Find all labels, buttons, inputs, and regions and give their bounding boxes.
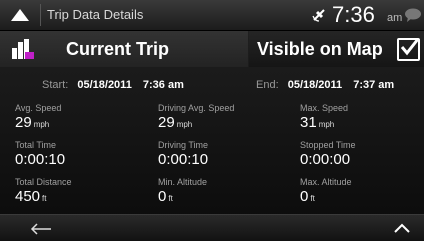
end-date: 05/18/2011: [287, 79, 343, 91]
stat-value: 0 ft: [300, 188, 315, 205]
trip-stats-icon: [12, 39, 34, 59]
stat-label: Max. Speed: [300, 103, 349, 113]
checkmark-icon: [400, 38, 420, 56]
stat-max-altitude: Max. Altitude 0 ft: [300, 177, 424, 205]
stat-total-time: Total Time 0:00:10: [15, 140, 155, 168]
stat-driving-time: Driving Time 0:00:10: [158, 140, 298, 168]
start-row: Start: 05/18/2011 7:36 am: [42, 79, 184, 91]
stat-value: 31 mph: [300, 114, 335, 131]
stat-label: Stopped Time: [300, 140, 356, 150]
stat-value: 0:00:10: [15, 151, 66, 168]
up-arrow-icon: [11, 9, 29, 21]
top-bar: Trip Data Details 7:36 am: [0, 0, 424, 31]
clock-ampm: am: [387, 12, 403, 24]
clock-time: 7:36: [332, 2, 375, 27]
stat-label: Min. Altitude: [158, 177, 208, 187]
stat-label: Avg. Speed: [15, 103, 62, 113]
end-row: End: 05/18/2011 7:37 am: [256, 79, 394, 91]
start-time: 7:36 am: [142, 79, 184, 91]
end-time: 7:37 am: [353, 79, 395, 91]
stat-max-speed: Max. Speed 31 mph: [300, 103, 424, 131]
stat-label: Max. Altitude: [300, 177, 352, 187]
status-area: 7:36 am: [280, 0, 424, 30]
stat-total-distance: Total Distance 450 ft: [15, 177, 155, 205]
back-button[interactable]: [0, 215, 60, 241]
page-title: Trip Data Details: [47, 7, 144, 22]
stat-value: 29 mph: [158, 114, 193, 131]
up-button[interactable]: [0, 0, 40, 30]
stat-label: Driving Time: [158, 140, 209, 150]
stat-avg-speed: Avg. Speed 29 mph: [15, 103, 155, 131]
start-label: Start:: [42, 79, 69, 91]
trip-data-details-screen: Trip Data Details 7:36 am Current Trip V…: [0, 0, 424, 241]
current-trip-header[interactable]: Current Trip: [0, 31, 248, 67]
end-label: End:: [256, 79, 279, 91]
stat-min-altitude: Min. Altitude 0 ft: [158, 177, 298, 205]
stat-label: Driving Avg. Speed: [158, 103, 235, 113]
speech-bubble-icon[interactable]: [404, 8, 422, 22]
visible-on-map-label: Visible on Map: [257, 39, 383, 59]
stat-value: 0 ft: [158, 188, 173, 205]
bottom-bar: [0, 214, 424, 241]
start-date: 05/18/2011: [77, 79, 132, 91]
visible-on-map-toggle[interactable]: Visible on Map: [249, 31, 424, 67]
divider: [40, 4, 41, 26]
stat-stopped-time: Stopped Time 0:00:00: [300, 140, 424, 168]
stat-label: Total Time: [15, 140, 57, 150]
stat-value: 29 mph: [15, 114, 50, 131]
current-trip-label: Current Trip: [66, 39, 170, 59]
stat-label: Total Distance: [15, 177, 72, 187]
stat-value: 0:00:00: [300, 151, 351, 168]
satellite-icon: [312, 9, 325, 22]
visible-on-map-checkbox[interactable]: [397, 38, 420, 61]
collapse-button[interactable]: [380, 215, 424, 241]
stat-value: 0:00:10: [158, 151, 209, 168]
stat-value: 450 ft: [15, 188, 47, 205]
back-arrow-icon: [30, 223, 51, 235]
stat-driving-avg-speed: Driving Avg. Speed 29 mph: [158, 103, 298, 131]
chevron-up-icon: [394, 223, 410, 233]
